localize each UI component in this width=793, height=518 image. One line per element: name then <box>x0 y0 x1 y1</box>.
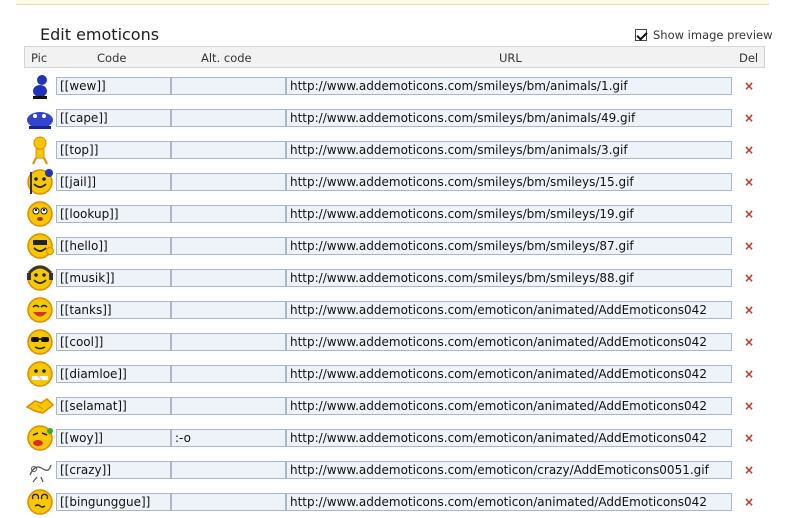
table-row: [[hello]] http://www.addemoticons.com/sm… <box>24 230 765 262</box>
column-header-pic: Pic <box>31 51 48 65</box>
alt-code-input[interactable] <box>171 77 286 95</box>
delete-icon[interactable]: × <box>744 366 754 382</box>
url-input[interactable]: http://www.addemoticons.com/emoticon/cra… <box>286 461 732 479</box>
table-row: [[jail]] http://www.addemoticons.com/smi… <box>24 166 765 198</box>
top-notice-bar <box>16 0 769 5</box>
code-input[interactable]: [[diamloe]] <box>56 365 171 383</box>
table-row: [[crazy]] http://www.addemoticons.com/em… <box>24 454 765 486</box>
code-input[interactable]: [[selamat]] <box>56 397 171 415</box>
code-input[interactable]: [[bingunggue]] <box>56 493 171 511</box>
table-row: [[diamloe]] http://www.addemoticons.com/… <box>24 358 765 390</box>
tongue-smiley-icon <box>25 423 55 453</box>
url-input[interactable]: http://www.addemoticons.com/emoticon/ani… <box>286 429 732 447</box>
code-input[interactable]: [[musik]] <box>56 269 171 287</box>
table-row: [[cape]] http://www.addemoticons.com/smi… <box>24 102 765 134</box>
page-title: Edit emoticons <box>40 25 160 44</box>
show-image-preview-label: Show image preview <box>653 28 773 42</box>
delete-icon[interactable]: × <box>744 430 754 446</box>
alt-code-input[interactable] <box>171 301 286 319</box>
column-header-del: Del <box>739 51 759 65</box>
table-header: Pic Code Alt. code URL Del <box>24 46 765 68</box>
alt-code-input[interactable] <box>171 205 286 223</box>
delete-icon[interactable]: × <box>744 270 754 286</box>
yellow-dancer-icon <box>25 135 55 165</box>
dizzy-smiley-icon <box>25 487 55 517</box>
delete-icon[interactable]: × <box>744 206 754 222</box>
delete-icon[interactable]: × <box>744 334 754 350</box>
delete-icon[interactable]: × <box>744 142 754 158</box>
url-input[interactable]: http://www.addemoticons.com/smileys/bm/s… <box>286 173 732 191</box>
table-row: [[cool]] http://www.addemoticons.com/emo… <box>24 326 765 358</box>
delete-icon[interactable]: × <box>744 494 754 510</box>
table-row: [[wew]] http://www.addemoticons.com/smil… <box>24 70 765 102</box>
code-input[interactable]: [[top]] <box>56 141 171 159</box>
delete-icon[interactable]: × <box>744 174 754 190</box>
column-header-alt-code: Alt. code <box>201 51 252 65</box>
silent-smiley-icon <box>25 359 55 389</box>
url-input[interactable]: http://www.addemoticons.com/emoticon/ani… <box>286 397 732 415</box>
url-input[interactable]: http://www.addemoticons.com/smileys/bm/s… <box>286 205 732 223</box>
alt-code-input[interactable] <box>171 269 286 287</box>
cool-smiley-icon <box>25 327 55 357</box>
delete-icon[interactable]: × <box>744 110 754 126</box>
code-input[interactable]: [[jail]] <box>56 173 171 191</box>
code-input[interactable]: [[wew]] <box>56 77 171 95</box>
delete-icon[interactable]: × <box>744 78 754 94</box>
table-row: [[lookup]] http://www.addemoticons.com/s… <box>24 198 765 230</box>
url-input[interactable]: http://www.addemoticons.com/emoticon/ani… <box>286 333 732 351</box>
table-row: [[bingunggue]] http://www.addemoticons.c… <box>24 486 765 518</box>
alt-code-input[interactable] <box>171 397 286 415</box>
url-input[interactable]: http://www.addemoticons.com/emoticon/ani… <box>286 493 732 511</box>
url-input[interactable]: http://www.addemoticons.com/smileys/bm/a… <box>286 141 732 159</box>
code-input[interactable]: [[tanks]] <box>56 301 171 319</box>
alt-code-input[interactable] <box>171 109 286 127</box>
alt-code-input[interactable] <box>171 461 286 479</box>
url-input[interactable]: http://www.addemoticons.com/emoticon/ani… <box>286 365 732 383</box>
alt-code-input[interactable] <box>171 237 286 255</box>
music-smiley-icon <box>25 263 55 293</box>
alt-code-input[interactable] <box>171 141 286 159</box>
table-row: [[top]] http://www.addemoticons.com/smil… <box>24 134 765 166</box>
url-input[interactable]: http://www.addemoticons.com/emoticon/ani… <box>286 301 732 319</box>
table-row: [[selamat]] http://www.addemoticons.com/… <box>24 390 765 422</box>
delete-icon[interactable]: × <box>744 398 754 414</box>
blue-creature-icon <box>25 103 55 133</box>
url-input[interactable]: http://www.addemoticons.com/smileys/bm/s… <box>286 269 732 287</box>
table-row: [[tanks]] http://www.addemoticons.com/em… <box>24 294 765 326</box>
code-input[interactable]: [[woy]] <box>56 429 171 447</box>
show-image-preview-toggle[interactable]: Show image preview <box>635 28 773 42</box>
jail-smiley-icon <box>25 167 55 197</box>
url-input[interactable]: http://www.addemoticons.com/smileys/bm/a… <box>286 77 732 95</box>
alt-code-input[interactable] <box>171 493 286 511</box>
column-header-code: Code <box>97 51 127 65</box>
crazy-doodle-icon <box>25 455 55 485</box>
delete-icon[interactable]: × <box>744 462 754 478</box>
alt-code-input[interactable]: :-o <box>171 429 286 447</box>
alt-code-input[interactable] <box>171 333 286 351</box>
lookup-smiley-icon <box>25 199 55 229</box>
hello-smiley-icon <box>25 231 55 261</box>
delete-icon[interactable]: × <box>744 302 754 318</box>
code-input[interactable]: [[cape]] <box>56 109 171 127</box>
url-input[interactable]: http://www.addemoticons.com/smileys/bm/a… <box>286 109 732 127</box>
code-input[interactable]: [[crazy]] <box>56 461 171 479</box>
code-input[interactable]: [[hello]] <box>56 237 171 255</box>
thanks-smiley-icon <box>25 295 55 325</box>
code-input[interactable]: [[lookup]] <box>56 205 171 223</box>
alt-code-input[interactable] <box>171 173 286 191</box>
table-row: [[woy]] :-o http://www.addemoticons.com/… <box>24 422 765 454</box>
delete-icon[interactable]: × <box>744 238 754 254</box>
url-input[interactable]: http://www.addemoticons.com/smileys/bm/s… <box>286 237 732 255</box>
blue-animal-icon <box>25 71 55 101</box>
code-input[interactable]: [[cool]] <box>56 333 171 351</box>
column-header-url: URL <box>499 51 522 65</box>
table-row: [[musik]] http://www.addemoticons.com/sm… <box>24 262 765 294</box>
show-image-preview-checkbox[interactable] <box>635 29 647 41</box>
handshake-icon <box>25 391 55 421</box>
alt-code-input[interactable] <box>171 365 286 383</box>
